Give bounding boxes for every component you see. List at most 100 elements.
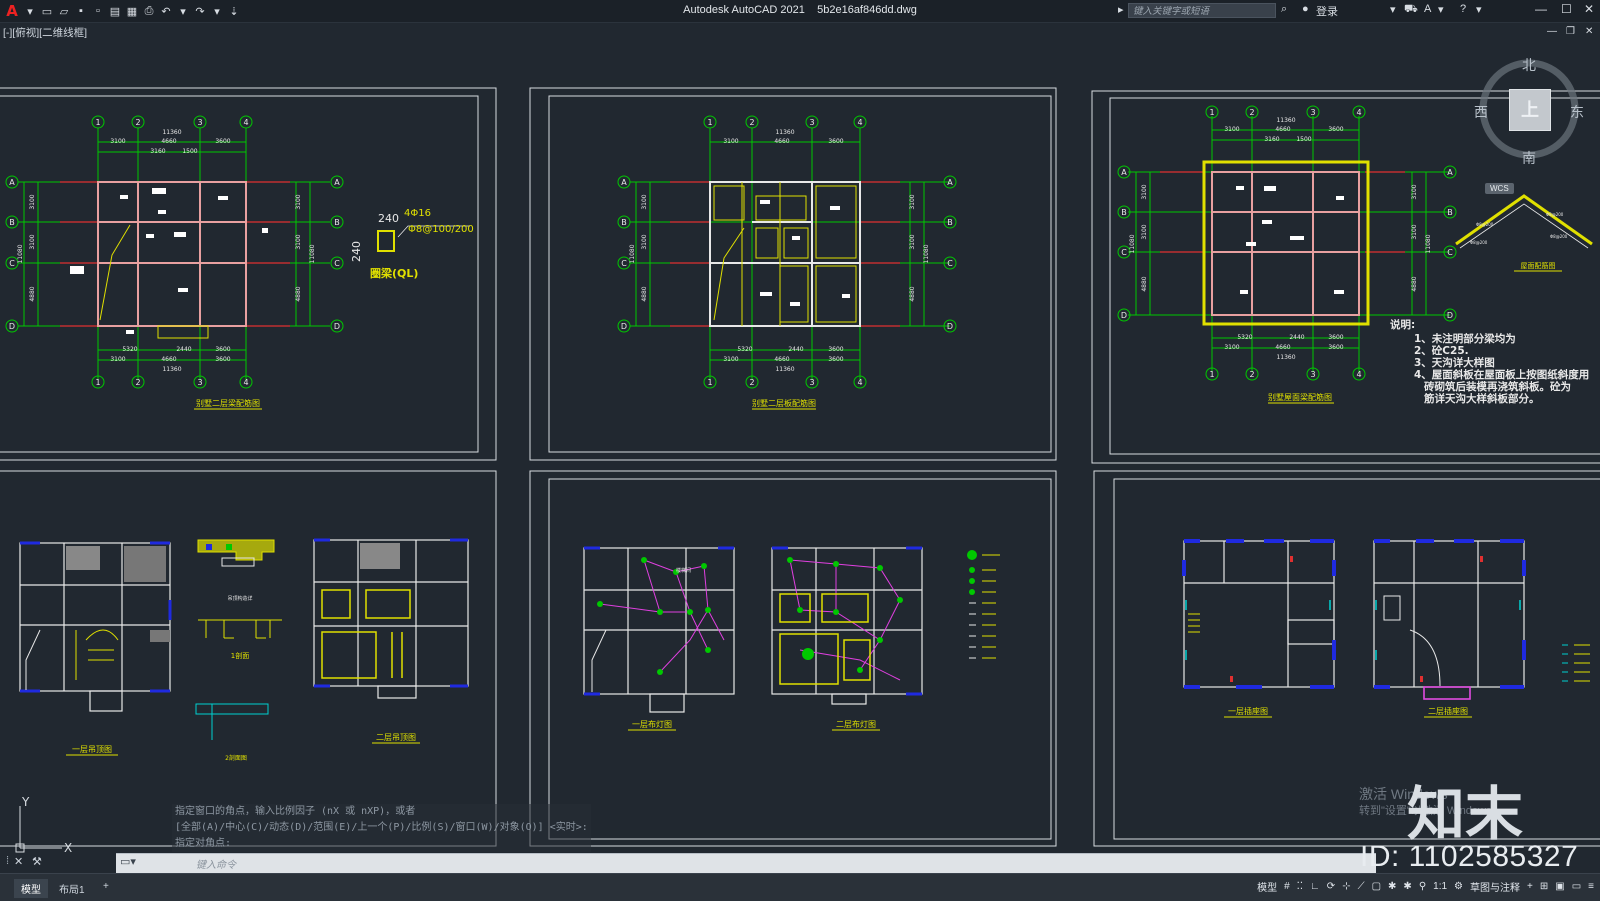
- s3-axis-c: C: [1121, 248, 1127, 257]
- save-as-icon[interactable]: ▫: [91, 4, 105, 18]
- customize-icon[interactable]: ⚒: [32, 855, 42, 868]
- search-input[interactable]: 键入关键字或短语: [1128, 3, 1276, 18]
- annotation-scale-icon[interactable]: ⚲: [1419, 881, 1426, 892]
- a360-dropdown-icon[interactable]: ▾: [1438, 3, 1444, 16]
- s2-axis-2: 2: [749, 118, 754, 127]
- s1-dim-t3: 3600: [215, 138, 230, 145]
- app-menu-button[interactable]: A: [4, 2, 20, 20]
- note-1: 1、未注明部分梁均为: [1414, 332, 1516, 345]
- compass-south[interactable]: 南: [1522, 148, 1536, 168]
- s1-dim-s2: 3100: [29, 234, 36, 249]
- open-folder-icon[interactable]: ▱: [57, 4, 71, 18]
- help-dropdown-icon[interactable]: ▾: [1476, 3, 1482, 16]
- snap-icon[interactable]: ⁚⁚: [1297, 881, 1303, 892]
- a360-icon[interactable]: A: [1424, 3, 1431, 15]
- grid-icon[interactable]: #: [1284, 881, 1290, 892]
- s3-dim-bb1: 3100: [1224, 344, 1239, 351]
- osnap-icon[interactable]: ⊹: [1342, 881, 1350, 892]
- model-space-toggle[interactable]: 模型: [1257, 879, 1277, 894]
- quick-properties-icon[interactable]: ▣: [1555, 881, 1564, 892]
- tab-model[interactable]: 模型: [14, 879, 48, 898]
- compass-east[interactable]: 东: [1570, 102, 1584, 122]
- tab-layout1[interactable]: 布局1: [52, 879, 92, 898]
- s1-dim-rs2: 3100: [295, 234, 302, 249]
- publish-icon[interactable]: ▦: [125, 4, 139, 18]
- close-icon[interactable]: ✕: [1584, 2, 1594, 16]
- redo-dropdown-icon[interactable]: ▾: [210, 4, 224, 18]
- s1-axis-2b: 2: [135, 378, 140, 387]
- workspace-switch[interactable]: 草图与注释: [1470, 879, 1520, 894]
- s3-axis-a: A: [1121, 168, 1127, 177]
- login-dropdown-icon[interactable]: ▾: [1390, 3, 1396, 16]
- compass-north[interactable]: 北: [1522, 55, 1536, 75]
- sheet-3-title: 别墅屋面梁配筋图: [1268, 392, 1332, 402]
- s1-axis-3b: 3: [197, 378, 202, 387]
- cart-icon[interactable]: ⛟: [1404, 3, 1418, 17]
- drawing-canvas[interactable]: 1 2 3 4 1 2 3 4 A B C D A B C D 11360 31…: [0, 22, 1600, 868]
- command-line[interactable]: ⁞ ✕ ⚒ ▭▾ 键入命令: [0, 853, 1376, 873]
- s1-dim-b2: 2440: [176, 346, 191, 353]
- sheet-1-beam-plan: 1 2 3 4 1 2 3 4 A B C D A B C D 11360 31…: [5, 115, 474, 410]
- undo-icon[interactable]: ↶: [159, 4, 173, 18]
- s2-dim-t3: 3600: [828, 138, 843, 145]
- isodraft-icon[interactable]: ⟋: [1358, 881, 1365, 892]
- minimize-icon[interactable]: —: [1535, 2, 1547, 16]
- units-icon[interactable]: ⊞: [1540, 881, 1548, 892]
- s2-axis-1b: 1: [707, 378, 712, 387]
- s1-dim-b1: 5320: [122, 346, 137, 353]
- polar-icon[interactable]: ⟳: [1327, 881, 1335, 892]
- undo-dropdown-icon[interactable]: ▾: [176, 4, 190, 18]
- search-expand-icon[interactable]: ▸: [1118, 3, 1124, 16]
- viewcube-top-face[interactable]: 上: [1509, 89, 1551, 131]
- workspace-gear-icon[interactable]: ⚙: [1454, 881, 1463, 892]
- plus-icon[interactable]: +: [1527, 881, 1533, 892]
- s3-dim-b2: 2440: [1289, 334, 1304, 341]
- command-prompt-icon[interactable]: ▭▾: [120, 855, 136, 868]
- add-layout-tab[interactable]: +: [96, 879, 116, 894]
- s1-axis-a: A: [9, 178, 15, 187]
- customization-menu-icon[interactable]: ≡: [1588, 881, 1594, 892]
- s1-axis-d-r: D: [334, 322, 340, 331]
- annotation-visibility-icon[interactable]: ✱: [1388, 881, 1396, 892]
- s2-axis-a: A: [621, 178, 627, 187]
- compass-west[interactable]: 西: [1474, 102, 1488, 122]
- ring-beam-stirrup: Φ8@100/200: [408, 224, 474, 235]
- s1-dim-rstotal: 11080: [309, 244, 316, 263]
- selection-cycling-icon[interactable]: ▢: [1372, 881, 1381, 892]
- new-file-icon[interactable]: ▭: [40, 4, 54, 18]
- redo-icon[interactable]: ↷: [193, 4, 207, 18]
- stair-label: 楼梯间: [676, 567, 691, 574]
- s1-dim-total: 11360: [162, 129, 181, 136]
- s3-dim-total: 11360: [1276, 117, 1295, 124]
- s1-dim-bb3: 3600: [215, 356, 230, 363]
- s3-axis-c-r: C: [1447, 248, 1453, 257]
- maximize-icon[interactable]: ☐: [1561, 2, 1572, 16]
- s1-dim-stotal: 11080: [17, 244, 24, 263]
- login-link[interactable]: 登录: [1316, 3, 1338, 19]
- s1-dim-t2: 4660: [161, 138, 176, 145]
- user-icon[interactable]: ●: [1302, 3, 1309, 15]
- annotation-scale-value[interactable]: 1:1: [1433, 881, 1447, 892]
- help-icon[interactable]: ?: [1460, 3, 1466, 15]
- customize-qat-icon[interactable]: ⇣: [227, 4, 241, 18]
- wcs-menu-button[interactable]: WCS: [1485, 183, 1514, 194]
- svg-text:Φ8@200: Φ8@200: [1476, 222, 1494, 227]
- s1-axis-a-r: A: [334, 178, 340, 187]
- s2-dim-s1: 3100: [641, 194, 648, 209]
- command-input[interactable]: 键入命令: [196, 856, 236, 871]
- auto-scale-icon[interactable]: ✱: [1403, 881, 1411, 892]
- drag-handle-icon[interactable]: ⁞: [6, 855, 9, 867]
- s3-dim-s3: 4880: [1141, 276, 1148, 291]
- command-history-line: 指定对角点:: [172, 836, 591, 852]
- note-6: 筋详天沟大样斜板部分。: [1423, 392, 1540, 405]
- s2-dim-rstotal: 11080: [923, 244, 930, 263]
- dropdown-arrow-icon[interactable]: ▾: [23, 4, 37, 18]
- web-mobile-icon[interactable]: ▤: [108, 4, 122, 18]
- close-command-line-icon[interactable]: ✕: [14, 855, 23, 868]
- clean-screen-icon[interactable]: ▭: [1572, 881, 1581, 892]
- save-icon[interactable]: ▪: [74, 4, 88, 18]
- ortho-icon[interactable]: ∟: [1310, 881, 1320, 892]
- s3-axis-d-r: D: [1447, 311, 1453, 320]
- search-icon[interactable]: ⌕: [1281, 3, 1287, 16]
- print-icon[interactable]: ⎙: [142, 4, 156, 18]
